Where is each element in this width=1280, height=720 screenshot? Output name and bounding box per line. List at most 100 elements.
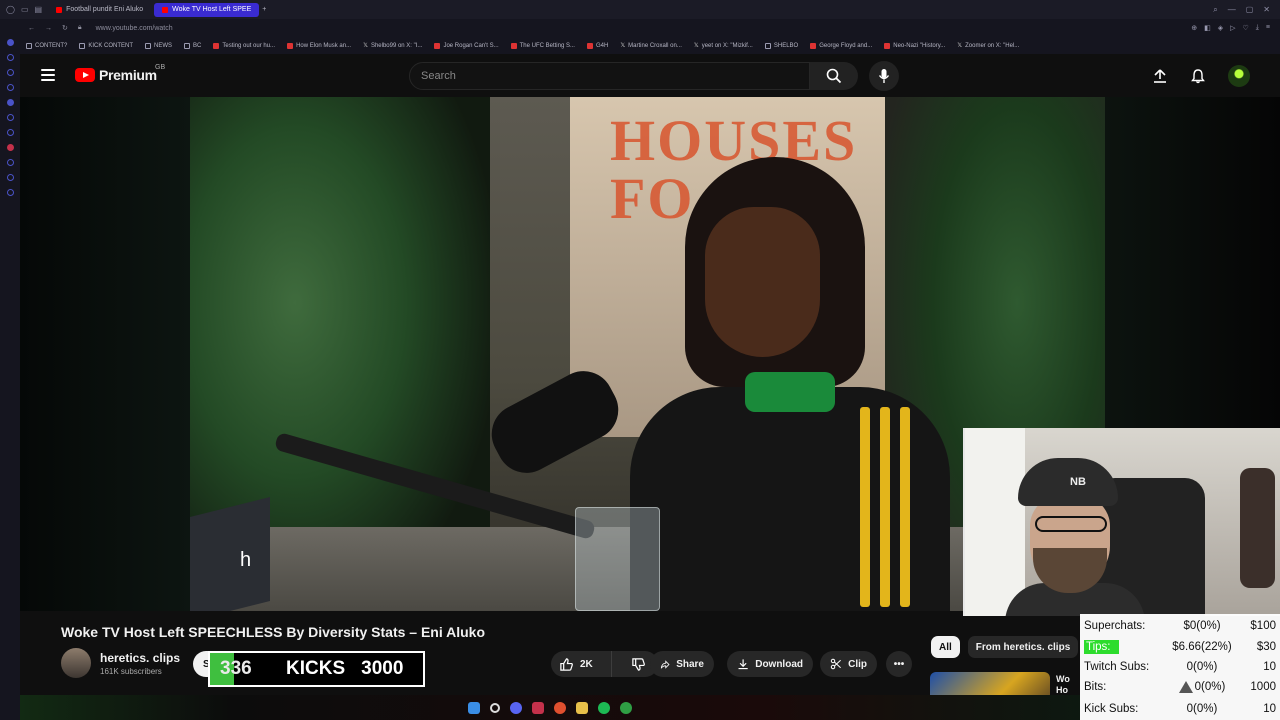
forward-icon[interactable]: → [45,25,52,32]
close-icon[interactable]: ✕ [1263,5,1270,15]
search-icon [826,68,842,84]
suggested-title[interactable]: Wo Ho [1056,674,1070,696]
bookmark-item[interactable]: G4H [586,42,608,49]
sidebar-history-icon[interactable] [6,159,14,166]
kicks-goal: 3000 [361,658,404,679]
hamburger-menu-icon[interactable] [41,69,55,81]
sidebar-messenger2-icon[interactable] [6,129,14,136]
youtube-premium-logo[interactable]: Premium GB [75,64,165,83]
logo-text: Premium [99,67,157,83]
heart-icon[interactable]: ♡ [1243,24,1249,32]
bookmark-item[interactable]: Testing out our hu... [213,42,275,49]
play-icon[interactable]: ▷ [1230,24,1235,32]
bookmark-item[interactable]: The UFC Betting S... [510,42,575,49]
cap-logo: NB [1070,476,1086,488]
sidebar-settings-icon[interactable] [6,189,14,196]
browser-logo-icon[interactable]: ◯ [6,5,15,14]
workspaces-icon[interactable]: ▤ [35,5,43,14]
url-field[interactable]: www.youtube.com/watch [96,25,173,32]
xbox-icon[interactable] [620,701,632,714]
bookmark-item[interactable]: Neo-Nazi "History... [884,42,945,49]
more-actions-button[interactable]: ••• [886,651,912,677]
spotify-icon[interactable] [598,701,610,714]
stats-row: Twitch Subs: 0(0%) 10 [1084,658,1276,676]
bookmark-item[interactable]: KICK CONTENT [79,42,133,49]
channel-name[interactable]: heretics. clips [100,651,180,665]
clip-button[interactable]: Clip [820,651,877,677]
windows-start-icon[interactable] [468,701,480,714]
search-button[interactable] [810,62,858,90]
bookmark-item[interactable]: George Floyd and... [810,42,872,49]
chip-from-channel[interactable]: From heretics. clips [967,636,1079,658]
search-input[interactable]: Search [409,62,810,90]
file-explorer-icon[interactable] [576,701,588,714]
bookmark-item[interactable]: 𝕏 Shelbo99 on X: "I... [363,42,422,50]
bookmark-item[interactable]: SHELBO [764,42,799,49]
sidebar-music-icon[interactable] [6,144,14,151]
stats-value: 0(0%) [1162,680,1242,693]
maximize-icon[interactable]: ▢ [1246,5,1254,15]
sidebar-instagram-icon[interactable] [6,84,14,91]
bookmark-item[interactable]: 𝕏 Martine Croxall on... [620,42,682,50]
bookmark-item[interactable]: CONTENT? [26,42,67,49]
browser-sidebar [0,37,20,720]
new-tab-button[interactable]: + [262,6,266,13]
search-taskbar-icon[interactable] [490,702,500,713]
x-icon: 𝕏 [957,43,963,49]
shield-icon[interactable]: ◈ [1218,24,1223,32]
download-label: Download [755,658,803,670]
youtube-icon [287,42,294,49]
notifications-bell-icon[interactable] [1190,68,1206,84]
discord-icon[interactable] [510,701,522,714]
sidebar-whatsapp-icon[interactable] [6,69,14,76]
like-button[interactable]: 2K [551,651,613,677]
folder-icon [184,42,191,49]
stats-goal: 1000 [1250,681,1276,693]
browser-system-icons: ◯ ▭ ▤ [0,5,48,14]
search-tabs-icon[interactable]: ⌕ [1213,5,1217,15]
reload-icon[interactable]: ↻ [62,24,68,32]
menu-icon[interactable]: ≡ [1266,24,1270,32]
stats-row: Tips: $6.66(22%) $30 [1084,638,1276,656]
chrome-icon[interactable] [554,701,566,714]
share-button[interactable]: Share [650,651,714,677]
address-bar: ← → ↻ 🔒︎ www.youtube.com/watch ⊕ ◧ ◈ ▷ ♡… [0,19,1280,37]
window-controls: ⌕ — ▢ ✕ [1213,5,1280,15]
bookmark-item[interactable]: Joe Rogan Can't S... [434,42,499,49]
sidebar-clock-icon[interactable] [6,174,14,181]
sidebar-messenger-icon[interactable] [6,54,14,61]
download-icon[interactable]: ⤓ [1256,24,1259,32]
bookmark-item[interactable]: How Elon Musk an... [287,42,351,49]
sidebar-ai-icon[interactable] [6,99,14,106]
bookmark-item[interactable]: NEWS [145,42,172,49]
channel-avatar[interactable] [61,648,91,678]
browser-tab[interactable]: Football pundit Eni Aluko [48,3,151,17]
bookmark-label: BC [193,42,202,49]
zoom-icon[interactable]: ⊕ [1191,24,1197,32]
bookmarks-bar: CONTENT? KICK CONTENT NEWS BC Testing out ou… [0,37,1280,54]
extension-icon[interactable]: ◧ [1204,24,1211,32]
minimize-icon[interactable]: — [1228,5,1236,15]
download-button[interactable]: Download [727,651,813,677]
account-avatar[interactable] [1228,65,1250,87]
bookmark-label: SHELBO [773,42,799,49]
stats-row: Bits: 0(0%) 1000 [1084,678,1276,696]
bookmark-label: Martine Croxall on... [628,42,682,49]
back-icon[interactable]: ← [28,25,35,32]
bookmark-item[interactable]: 𝕏 Zoomer on X: "Hel... [957,42,1019,50]
opera-gx-icon[interactable] [532,701,544,714]
youtube-icon [213,42,220,49]
thumbs-up-icon [560,657,573,671]
bookmark-item[interactable]: 𝕏yeet on X: "Mizkif... [694,42,753,50]
tab-list-icon[interactable]: ▭ [21,5,29,14]
chip-all[interactable]: All [931,636,960,658]
bookmark-item[interactable]: BC [184,42,202,49]
sidebar-home-icon[interactable] [6,39,14,46]
upload-icon[interactable] [1152,68,1168,84]
sidebar-twitch-icon[interactable] [6,114,14,121]
bookmark-label: Joe Rogan Can't S... [443,42,499,49]
stats-goal: 10 [1263,661,1276,673]
voice-search-button[interactable] [869,61,899,91]
browser-tab-active[interactable]: Woke TV Host Left SPEE [154,2,260,17]
warning-triangle-icon [1178,680,1193,693]
